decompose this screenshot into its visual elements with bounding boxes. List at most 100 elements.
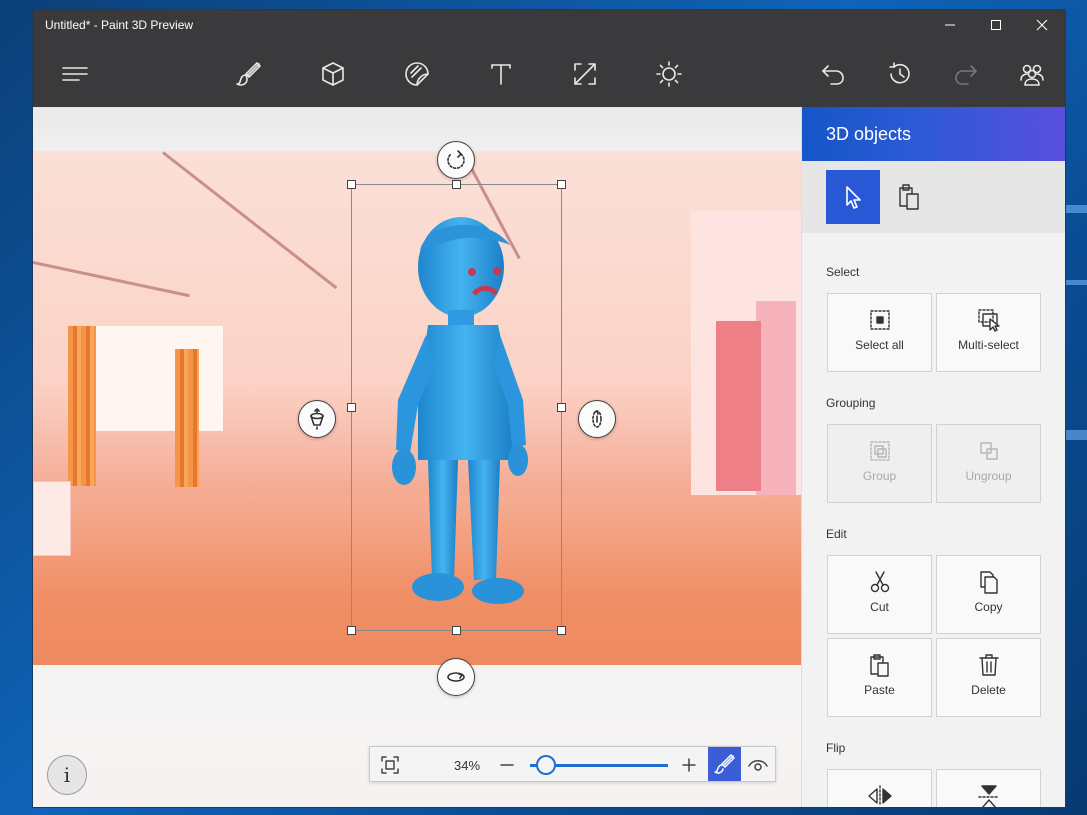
redo-icon bbox=[955, 65, 977, 85]
sun-icon bbox=[656, 61, 682, 87]
panel-tool-strip bbox=[802, 161, 1065, 233]
rotate-icon bbox=[447, 150, 465, 169]
paste-button[interactable]: Paste bbox=[827, 638, 932, 717]
maximize-button[interactable] bbox=[973, 10, 1019, 40]
close-icon bbox=[1036, 19, 1048, 31]
section-label-flip: Flip bbox=[826, 741, 846, 755]
group-icon bbox=[869, 441, 890, 461]
view-3d-button[interactable] bbox=[744, 747, 772, 783]
text-button[interactable] bbox=[481, 54, 521, 94]
canvas-button[interactable] bbox=[565, 54, 605, 94]
fit-screen-icon bbox=[381, 756, 399, 774]
resize-handle-right[interactable] bbox=[557, 403, 566, 412]
zoom-control: 34% bbox=[369, 746, 776, 782]
zoom-in-button[interactable] bbox=[678, 747, 700, 783]
zoom-slider-thumb[interactable] bbox=[536, 755, 556, 775]
brush-icon bbox=[713, 754, 735, 774]
section-label-select: Select bbox=[826, 265, 860, 279]
resize-handle-bottom[interactable] bbox=[452, 626, 461, 635]
zoom-percent: 34% bbox=[454, 758, 481, 773]
history-icon bbox=[889, 62, 910, 84]
eye-icon bbox=[748, 760, 768, 771]
multi-select-icon bbox=[977, 309, 1000, 332]
select-all-icon bbox=[869, 310, 890, 330]
flip-horizontal-button[interactable] bbox=[827, 769, 932, 807]
main-toolbar bbox=[33, 40, 1065, 107]
stickers-button[interactable] bbox=[397, 54, 437, 94]
resize-handle-bottom-left[interactable] bbox=[347, 626, 356, 635]
window-title: Untitled* - Paint 3D Preview bbox=[45, 18, 194, 32]
selection-box[interactable] bbox=[351, 184, 562, 631]
resize-handle-top[interactable] bbox=[452, 180, 461, 189]
depth-icon bbox=[310, 408, 324, 430]
remix3d-button[interactable] bbox=[1012, 54, 1052, 94]
flip-vertical-button[interactable] bbox=[936, 769, 1041, 807]
copy-icon bbox=[979, 571, 998, 594]
resize-handle-bottom-right[interactable] bbox=[557, 626, 566, 635]
paste-icon bbox=[869, 654, 889, 677]
ungroup-button[interactable]: Ungroup bbox=[936, 424, 1041, 503]
community-icon bbox=[1020, 64, 1044, 86]
redo-button[interactable] bbox=[946, 54, 986, 94]
section-label-grouping: Grouping bbox=[826, 396, 876, 410]
sticker-icon bbox=[405, 62, 429, 86]
flip-horizontal-icon bbox=[867, 785, 892, 807]
close-button[interactable] bbox=[1019, 10, 1065, 40]
cut-button[interactable]: Cut bbox=[827, 555, 932, 634]
resize-handle-top-left[interactable] bbox=[347, 180, 356, 189]
minimize-button[interactable] bbox=[927, 10, 973, 40]
room-window bbox=[88, 326, 223, 431]
section-label-edit: Edit bbox=[826, 527, 847, 541]
brush-icon bbox=[236, 62, 261, 86]
desktop-light-streak bbox=[1064, 430, 1087, 440]
rotate-vertical-icon bbox=[592, 410, 602, 428]
view-2d-brush-button[interactable] bbox=[708, 747, 741, 781]
multi-select-button[interactable]: Multi-select bbox=[936, 293, 1041, 372]
undo-button[interactable] bbox=[813, 54, 853, 94]
cube-icon bbox=[322, 62, 344, 86]
history-button[interactable] bbox=[880, 54, 920, 94]
rotate-y-gizmo[interactable] bbox=[437, 658, 475, 696]
paste-tool-button[interactable] bbox=[894, 170, 924, 224]
desktop-light-streak bbox=[1064, 280, 1087, 285]
text-icon bbox=[491, 64, 511, 85]
hamburger-menu-icon bbox=[62, 67, 88, 81]
curtain bbox=[68, 326, 96, 486]
minimize-icon bbox=[945, 24, 955, 26]
maximize-icon bbox=[991, 20, 1001, 30]
zoom-out-button[interactable] bbox=[496, 747, 518, 783]
clipboard-icon bbox=[899, 184, 919, 210]
scissors-icon bbox=[870, 571, 889, 593]
3d-objects-panel: 3D objects Select Select all Multi-selec… bbox=[801, 107, 1065, 807]
rotate-z-gizmo[interactable] bbox=[437, 141, 475, 179]
app-window: Untitled* - Paint 3D Preview i 34% 3D ob… bbox=[33, 10, 1065, 807]
resize-handle-top-right[interactable] bbox=[557, 180, 566, 189]
fit-to-screen-button[interactable] bbox=[376, 747, 404, 783]
flip-vertical-icon bbox=[977, 785, 1000, 807]
delete-button[interactable]: Delete bbox=[936, 638, 1041, 717]
minus-icon bbox=[500, 764, 514, 766]
panel-title: 3D objects bbox=[802, 107, 1065, 161]
rotate-x-gizmo[interactable] bbox=[578, 400, 616, 438]
menu-button[interactable] bbox=[55, 54, 95, 94]
info-icon: i bbox=[63, 763, 71, 787]
curtain bbox=[175, 349, 199, 487]
cursor-icon bbox=[846, 186, 861, 209]
plus-icon bbox=[682, 758, 696, 772]
rotate-horizontal-icon bbox=[447, 672, 465, 682]
effects-button[interactable] bbox=[649, 54, 689, 94]
undo-icon bbox=[822, 65, 844, 85]
copy-button[interactable]: Copy bbox=[936, 555, 1041, 634]
brushes-button[interactable] bbox=[229, 54, 269, 94]
select-all-button[interactable]: Select all bbox=[827, 293, 932, 372]
canvas-area[interactable]: i 34% bbox=[33, 107, 801, 807]
ungroup-icon bbox=[979, 442, 998, 460]
desktop-light-streak bbox=[1064, 205, 1087, 213]
3d-objects-button[interactable] bbox=[313, 54, 353, 94]
depth-move-gizmo[interactable] bbox=[298, 400, 336, 438]
select-tool-button[interactable] bbox=[826, 170, 880, 224]
info-button[interactable]: i bbox=[47, 755, 87, 795]
title-bar: Untitled* - Paint 3D Preview bbox=[33, 10, 1065, 40]
resize-handle-left[interactable] bbox=[347, 403, 356, 412]
group-button[interactable]: Group bbox=[827, 424, 932, 503]
